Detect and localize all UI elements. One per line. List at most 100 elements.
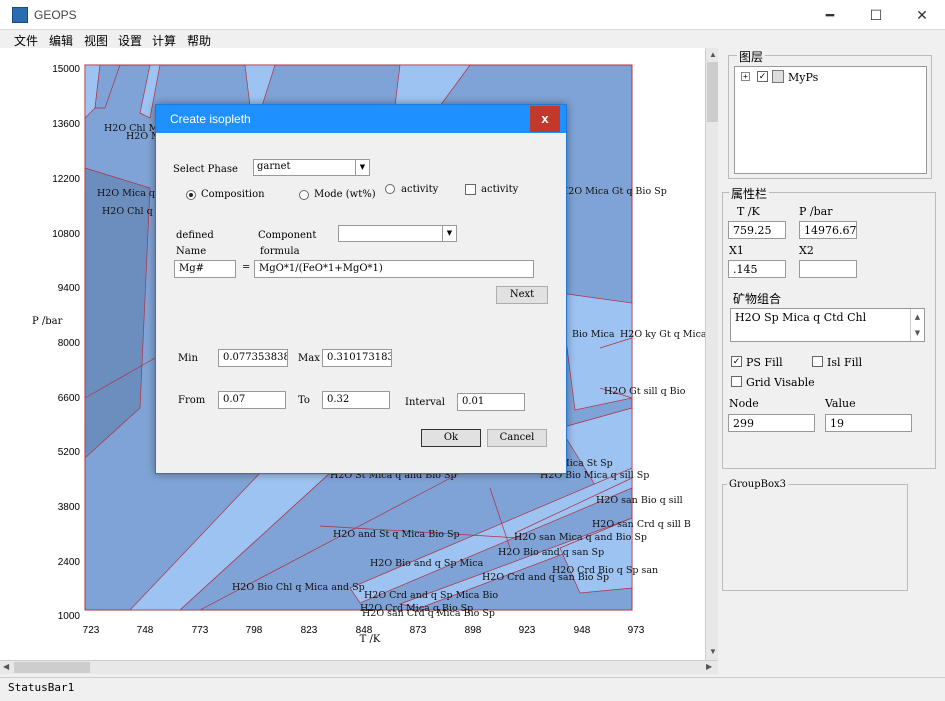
field-label: H2O san Crd q Mica Bio Sp	[362, 608, 495, 619]
close-button[interactable]: ✕	[899, 0, 945, 30]
x1-field[interactable]: .145	[728, 260, 786, 278]
value-label: Value	[825, 397, 856, 410]
maximize-button[interactable]: ☐	[853, 0, 899, 30]
title-bar: GEOPS ━ ☐ ✕	[0, 0, 945, 30]
activity-radio[interactable]	[385, 184, 395, 194]
phase-select[interactable]: garnet ▼	[253, 159, 370, 176]
max-field[interactable]: 0.3101731836	[322, 349, 392, 367]
isl-fill-checkbox[interactable]	[812, 356, 823, 367]
expand-icon[interactable]: +	[741, 72, 750, 81]
scroll-up-icon[interactable]: ▲	[709, 50, 717, 59]
formula-field[interactable]: MgO*1/(FeO*1+MgO*1)	[254, 260, 534, 278]
minimize-button[interactable]: ━	[807, 0, 853, 30]
properties-group: 属性栏 T /K P /bar 759.25 14976.67 X1 X2 .1…	[722, 185, 936, 469]
next-button[interactable]: Next	[496, 286, 548, 304]
x-axis-label: T /K	[360, 634, 381, 645]
y-tick: 2400	[58, 557, 81, 568]
interval-label: Interval	[405, 397, 445, 408]
field-label: H2O Crd and q san Bio Sp	[482, 572, 609, 583]
activity-checkbox[interactable]	[465, 184, 476, 195]
mode-radio[interactable]	[299, 190, 309, 200]
mineral-label: 矿物组合	[733, 292, 782, 306]
scroll-right-icon[interactable]: ▶	[706, 662, 712, 671]
ok-button[interactable]: Ok	[421, 429, 481, 447]
field-label: H2O Mica Gt q Bio Sp	[560, 186, 667, 197]
composition-radio[interactable]	[186, 190, 196, 200]
x-tick: 823	[301, 625, 318, 636]
scroll-left-icon[interactable]: ◀	[3, 662, 9, 671]
vertical-scroll-thumb[interactable]	[707, 62, 718, 122]
interval-field[interactable]: 0.01	[457, 393, 525, 411]
mode-label: Mode (wt%)	[314, 189, 376, 200]
layer-name[interactable]: MyPs	[788, 71, 818, 84]
defined-label: defined	[176, 230, 214, 241]
properties-title: 属性栏	[729, 185, 770, 202]
select-phase-label: Select Phase	[173, 164, 238, 175]
grid-visible-checkbox[interactable]	[731, 376, 742, 387]
from-field[interactable]: 0.07	[218, 391, 286, 409]
x-tick: 873	[410, 625, 427, 636]
chevron-down-icon[interactable]: ▼	[442, 226, 456, 241]
layers-tree[interactable]: + ✓ MyPs	[734, 66, 927, 174]
field-label: H2O Bio Chl q Mica and Sp	[232, 582, 365, 593]
to-field[interactable]: 0.32	[322, 391, 390, 409]
menu-view[interactable]: 视图	[84, 32, 108, 49]
y-tick: 5200	[58, 447, 81, 458]
component-label: Component	[258, 230, 317, 241]
node-label: Node	[729, 397, 759, 410]
field-label: H2O Bio and q Sp Mica	[370, 558, 484, 569]
formula-label: formula	[260, 246, 300, 257]
t-label: T /K	[737, 205, 760, 218]
field-label: H2O ky Gt q Mica	[620, 329, 705, 340]
field-label: H2O Chl q	[102, 206, 153, 217]
mineral-scroll-icon[interactable]: ▲ ▼	[910, 309, 924, 341]
layer-checkbox[interactable]: ✓	[757, 71, 768, 82]
y-tick: 9400	[58, 283, 81, 294]
x2-field[interactable]	[799, 260, 857, 278]
name-field[interactable]: Mg#	[174, 260, 236, 278]
vertical-scrollbar[interactable]: ▲ ▼	[705, 48, 718, 660]
menu-calculate[interactable]: 计算	[152, 32, 176, 49]
horizontal-scrollbar[interactable]: ◀ ▶	[0, 660, 718, 674]
x-tick: 923	[519, 625, 536, 636]
menu-file[interactable]: 文件	[14, 32, 38, 49]
menu-help[interactable]: 帮助	[187, 32, 211, 49]
name-label: Name	[176, 246, 207, 257]
p-field[interactable]: 14976.67	[799, 221, 857, 239]
mineral-assemblage-field[interactable]: H2O Sp Mica q Ctd Chl ▲ ▼	[730, 308, 925, 342]
dialog-title: Create isopleth	[170, 112, 251, 126]
field-label: H2O and St q Mica Bio Sp	[333, 529, 460, 540]
field-label: H2O Mica q	[97, 188, 155, 199]
to-label: To	[298, 395, 310, 406]
y-tick: 1000	[58, 611, 81, 622]
cancel-button[interactable]: Cancel	[487, 429, 547, 447]
y-tick-labels: 15000 13600 12200 10800 9400 8000 6600 5…	[52, 64, 80, 622]
menu-edit[interactable]: 编辑	[49, 32, 73, 49]
field-label: H2O san Mica q and Bio Sp	[514, 532, 647, 543]
horizontal-scroll-thumb[interactable]	[14, 662, 90, 673]
dialog-close-button[interactable]: x	[530, 106, 560, 132]
t-field[interactable]: 759.25	[728, 221, 786, 239]
x-tick: 798	[246, 625, 263, 636]
layers-group: 图层 + ✓ MyPs	[728, 48, 932, 179]
mineral-assemblage-text: H2O Sp Mica q Ctd Chl	[735, 311, 867, 324]
y-tick: 3800	[58, 502, 81, 513]
x-tick: 898	[465, 625, 482, 636]
min-field[interactable]: 0.0773538381	[218, 349, 288, 367]
ps-fill-checkbox[interactable]: ✓	[731, 356, 742, 367]
menu-settings[interactable]: 设置	[118, 32, 142, 49]
field-label: H2O san Crd q sill B	[592, 519, 691, 530]
field-label: H2O san Bio q sill	[596, 495, 683, 506]
node-field[interactable]: 299	[728, 414, 815, 432]
min-label: Min	[178, 353, 198, 364]
y-tick: 8000	[58, 338, 81, 349]
x-tick: 723	[83, 625, 100, 636]
field-label: Mica St Sp	[560, 458, 613, 469]
dialog-title-bar[interactable]: Create isopleth x	[156, 105, 566, 133]
value-field[interactable]: 19	[825, 414, 912, 432]
grid-visible-label: Grid Visable	[746, 376, 815, 389]
scroll-down-icon[interactable]: ▼	[709, 647, 717, 656]
status-bar: StatusBar1	[0, 677, 945, 701]
chevron-down-icon[interactable]: ▼	[355, 160, 369, 175]
component-select[interactable]: ▼	[338, 225, 457, 242]
